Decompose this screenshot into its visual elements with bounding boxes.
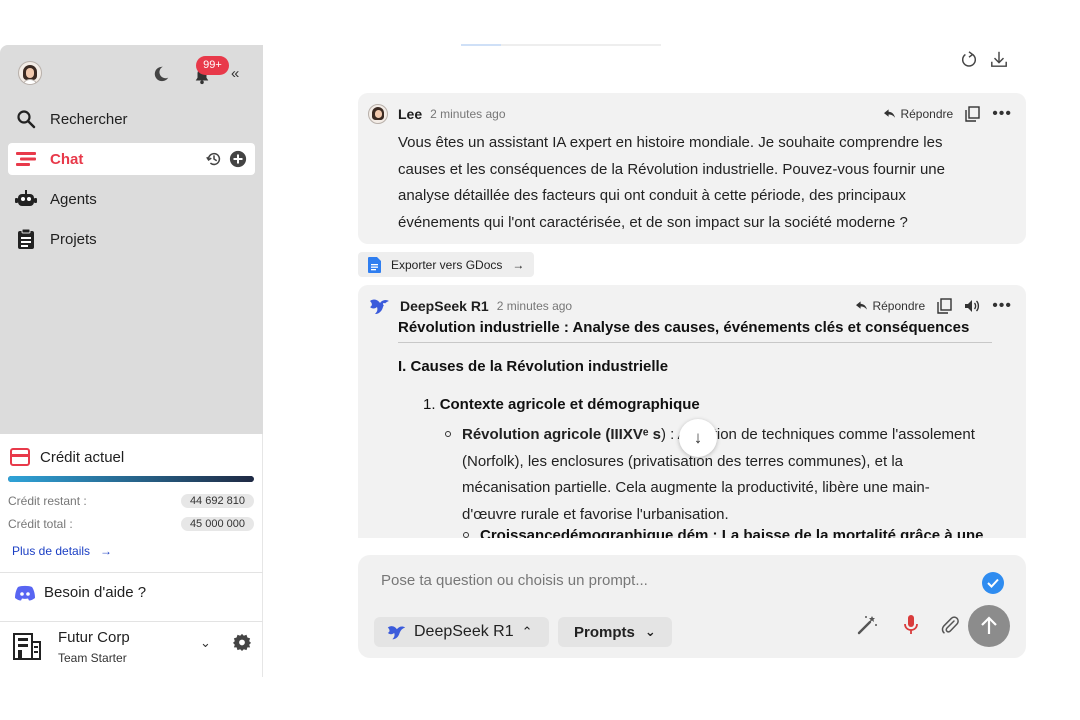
reply-button[interactable]: Répondre <box>884 107 953 121</box>
bullet-icon <box>463 532 469 538</box>
chevron-down-icon[interactable]: ⌄ <box>200 635 211 651</box>
arrow-down-icon: ↓ <box>693 428 703 447</box>
arrow-up-icon <box>981 616 997 634</box>
building-icon <box>13 633 41 660</box>
arrow-right-icon: → <box>512 257 525 272</box>
sidebar: 99+ « Rechercher Chat Agents Projets Cré… <box>0 45 263 677</box>
conversation-actions <box>960 50 1008 68</box>
history-icon[interactable] <box>205 150 223 168</box>
export-gdocs-button[interactable]: Exporter vers GDocs → <box>358 252 535 277</box>
message-text: Vous êtes un assistant IA expert en hist… <box>398 134 945 231</box>
microphone-icon[interactable] <box>904 614 918 636</box>
collapse-sidebar-icon[interactable]: « <box>231 65 239 82</box>
message-time: 2 minutes ago <box>430 107 506 121</box>
reply-button[interactable]: Répondre <box>856 299 925 313</box>
reply-icon <box>884 109 896 118</box>
top-progress-strip <box>461 44 661 46</box>
check-icon[interactable] <box>982 572 1004 594</box>
assistant-message: DeepSeek R1 2 minutes ago Répondre ••• R… <box>358 285 1026 538</box>
scroll-to-bottom-button[interactable]: ↓ <box>679 419 717 457</box>
sidebar-header: 99+ « <box>16 56 247 89</box>
message-author: DeepSeek R1 <box>400 298 489 314</box>
response-title: Révolution industrielle : Analyse des ca… <box>398 319 992 343</box>
section-heading: I. Causes de la Révolution industrielle <box>398 358 669 375</box>
credit-card-icon <box>10 448 30 466</box>
search-icon <box>14 108 38 130</box>
message-header: Lee 2 minutes ago Répondre ••• <box>368 103 1012 125</box>
speaker-icon[interactable] <box>964 299 980 313</box>
credit-remaining-value: 44 692 810 <box>180 494 254 508</box>
sidebar-nav: Rechercher Chat Agents Projets <box>8 103 255 263</box>
refresh-icon[interactable] <box>960 50 978 68</box>
deepseek-logo-icon <box>387 626 406 640</box>
more-options-icon[interactable]: ••• <box>992 297 1012 315</box>
new-chat-icon[interactable] <box>229 150 247 168</box>
credit-title: Crédit actuel <box>10 448 124 466</box>
list-item: Croissancedémographique dém : La baisse … <box>463 527 984 538</box>
clipboard-icon <box>14 228 38 250</box>
message-author: Lee <box>398 106 423 122</box>
dark-mode-icon[interactable] <box>152 65 170 83</box>
arrow-right-icon: → <box>93 544 113 558</box>
sidebar-item-chat[interactable]: Chat <box>8 143 255 175</box>
organization-name: Futur Corp <box>58 629 130 646</box>
chat-icon <box>14 148 38 170</box>
send-button[interactable] <box>968 605 1010 647</box>
credit-total-label: Crédit total : <box>8 517 73 531</box>
deepseek-logo-icon <box>370 299 389 314</box>
chat-tools <box>205 150 247 168</box>
robot-icon <box>14 188 38 210</box>
download-icon[interactable] <box>990 50 1008 68</box>
sidebar-item-projets[interactable]: Projets <box>8 223 255 255</box>
message-header: DeepSeek R1 2 minutes ago Répondre ••• <box>368 295 1012 317</box>
sidebar-top-panel: 99+ « Rechercher Chat Agents Projets <box>0 45 263 434</box>
divider <box>0 572 263 573</box>
chevron-down-icon: ⌄ <box>644 624 656 639</box>
credit-remaining-row: Crédit restant : 44 692 810 <box>8 492 254 510</box>
credit-progress-fill <box>8 476 253 482</box>
prompt-input[interactable]: Pose ta question ou choisis un prompt... <box>381 572 648 589</box>
credit-total-row: Crédit total : 45 000 000 <box>8 515 254 533</box>
organization-plan: Team Starter <box>58 651 127 665</box>
help-button[interactable]: Besoin d'aide ? <box>14 584 146 601</box>
divider <box>0 621 263 622</box>
google-docs-icon <box>368 256 381 273</box>
sidebar-item-rechercher[interactable]: Rechercher <box>8 103 255 135</box>
sidebar-item-agents[interactable]: Agents <box>8 183 255 215</box>
gear-icon[interactable] <box>233 633 251 651</box>
sidebar-item-label: Chat <box>50 150 84 168</box>
sidebar-item-label: Projets <box>50 230 97 248</box>
copy-icon[interactable] <box>937 298 952 314</box>
credit-progress-bar <box>8 476 254 482</box>
chevron-up-icon: ⌃ <box>521 624 533 639</box>
attachment-icon[interactable] <box>940 615 960 635</box>
reply-icon <box>856 301 868 310</box>
message-actions: Répondre ••• <box>884 105 1012 123</box>
credit-total-value: 45 000 000 <box>180 517 254 531</box>
message-actions: Répondre ••• <box>856 297 1012 315</box>
sidebar-item-label: Agents <box>50 190 97 208</box>
discord-icon <box>14 585 36 601</box>
author-avatar <box>368 104 388 124</box>
message-time: 2 minutes ago <box>496 299 573 313</box>
credit-remaining-label: Crédit restant : <box>8 494 87 508</box>
magic-wand-icon[interactable] <box>856 614 878 636</box>
prompts-selector[interactable]: Prompts ⌄ <box>558 617 672 647</box>
user-message: Lee 2 minutes ago Répondre ••• Vous êtes… <box>358 93 1026 244</box>
copy-icon[interactable] <box>965 106 980 122</box>
organization-switcher[interactable]: Futur Corp Team Starter ⌄ <box>12 629 257 673</box>
bullet-icon <box>445 431 451 437</box>
more-options-icon[interactable]: ••• <box>992 105 1012 123</box>
notifications-badge: 99+ <box>196 56 229 75</box>
list-item: Révolution agricole (IIIXVᵉ s) : Adoptio… <box>445 422 982 528</box>
sidebar-item-label: Rechercher <box>50 110 128 128</box>
message-composer: Pose ta question ou choisis un prompt...… <box>358 555 1026 658</box>
list-item: 1. Contexte agricole et démographique <box>423 396 700 413</box>
user-avatar[interactable] <box>18 61 42 85</box>
model-selector[interactable]: DeepSeek R1 ⌃ <box>374 617 549 647</box>
more-details-link[interactable]: Plus de details → <box>12 544 112 558</box>
